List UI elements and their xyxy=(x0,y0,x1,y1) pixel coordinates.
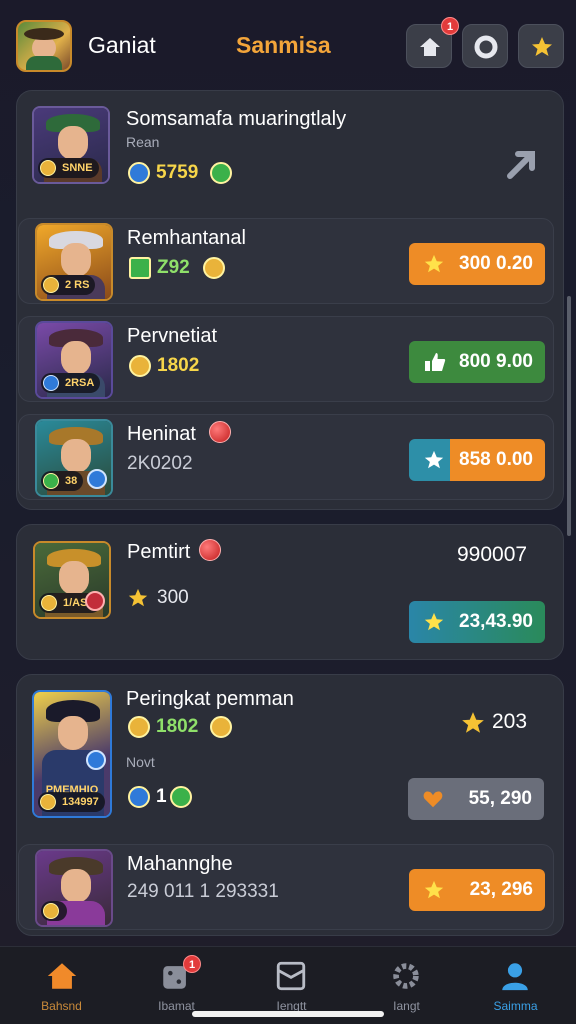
star-icon xyxy=(462,712,484,733)
coin-icon xyxy=(128,716,150,738)
nav-item-home[interactable]: Bahsnd xyxy=(4,947,119,1024)
star-icon xyxy=(424,450,444,469)
nav-badge: 1 xyxy=(183,955,201,973)
home-indicator[interactable] xyxy=(192,1011,384,1017)
star-icon xyxy=(424,880,444,899)
home-icon xyxy=(47,963,77,989)
gem-icon xyxy=(86,750,106,770)
player-subtitle: Rean xyxy=(126,134,160,150)
gem-icon xyxy=(87,469,107,489)
sword-icon xyxy=(129,257,151,279)
reward-button[interactable] xyxy=(518,24,564,68)
game-logo[interactable] xyxy=(16,20,72,72)
player-name: Pervnetiat xyxy=(127,325,218,347)
reward-button[interactable]: 23, 296 xyxy=(409,869,545,911)
player-score: 5759 xyxy=(156,162,199,183)
settings-button[interactable] xyxy=(462,24,508,68)
card-icon xyxy=(276,961,306,991)
list-item[interactable]: 2 RS Remhantanal Z92 300 0.20 xyxy=(18,218,554,304)
profile-icon xyxy=(502,963,528,991)
screen-title: Sanmisa xyxy=(236,32,331,58)
list-item[interactable]: SNNE Somsamafa muaringtlaly Rean 5759 xyxy=(16,90,564,214)
player-note: Novt xyxy=(126,754,155,770)
list-item[interactable]: 1/ASS Pemtirt 300 990007 23,43.90 xyxy=(16,524,564,660)
avatar-level-tag: 134997 xyxy=(38,792,105,812)
gem-icon xyxy=(128,162,150,184)
thumbs-up-icon xyxy=(425,353,446,371)
avatar-level-tag: 38 xyxy=(41,471,84,491)
avatar-level-tag: 2 RS xyxy=(41,275,96,295)
reward-button[interactable]: 858 0.00 xyxy=(409,439,545,481)
player-name: Mahannghe xyxy=(127,853,233,875)
home-notification-badge: 1 xyxy=(441,17,459,35)
avatar: 2 RS xyxy=(35,223,113,301)
star-icon xyxy=(424,254,444,273)
reward-button[interactable]: 300 0.20 xyxy=(409,243,545,285)
scrollbar[interactable] xyxy=(567,296,571,536)
gem-icon xyxy=(128,786,150,808)
player-name: Pemtirt xyxy=(127,541,191,563)
gear-icon xyxy=(393,963,419,989)
player-name: Peringkat pemman xyxy=(126,688,294,710)
avatar xyxy=(35,849,113,927)
alert-dot-icon xyxy=(199,539,221,561)
alert-dot-icon xyxy=(209,421,231,443)
player-name: Heninat xyxy=(127,423,196,445)
nav-item-profile[interactable]: Saimma xyxy=(458,947,573,1024)
list-item[interactable]: 38 Heninat 2K0202 858 0.00 xyxy=(18,414,554,500)
home-button[interactable]: 1 xyxy=(406,17,459,68)
star-value: 203 xyxy=(492,710,528,733)
game-name: Ganiat xyxy=(88,32,156,58)
player-score: 1802 xyxy=(157,355,200,376)
player-score: 1802 xyxy=(156,716,199,737)
avatar: 2RSA xyxy=(35,321,113,399)
player-name: Remhantanal xyxy=(127,227,246,249)
avatar: PMEMHIO 134997 xyxy=(32,690,112,818)
leaf-icon xyxy=(210,162,232,184)
player-score: 2K0202 xyxy=(127,453,193,474)
list-item[interactable]: Mahannghe 249 011 1 293331 23, 296 xyxy=(18,844,554,930)
avatar: SNNE xyxy=(32,106,110,184)
star-icon xyxy=(424,612,444,631)
player-score: Z92 xyxy=(157,257,190,278)
top-bar: Ganiat Sanmisa 1 xyxy=(0,0,576,90)
coin-icon xyxy=(203,257,225,279)
list-item[interactable]: PMEMHIO 134997 Peringkat pemman 1802 Nov… xyxy=(16,674,564,838)
avatar: 38 xyxy=(35,419,113,497)
star-reward-icon xyxy=(532,37,552,56)
avatar-level-tag: 2RSA xyxy=(41,373,101,393)
star-icon xyxy=(128,588,148,607)
list-item[interactable]: 2RSA Pervnetiat 1802 800 9.00 xyxy=(18,316,554,402)
player-stat-2: 1 xyxy=(156,786,167,807)
reward-button[interactable]: 23,43.90 xyxy=(409,601,545,643)
coin-icon xyxy=(129,355,151,377)
heart-icon xyxy=(423,791,443,808)
player-score: 249 011 1 293331 xyxy=(127,881,279,902)
settings-gear-icon xyxy=(474,35,498,59)
avatar-level-tag: SNNE xyxy=(38,158,99,178)
reward-button[interactable]: 800 9.00 xyxy=(409,341,545,383)
avatar: 1/ASS xyxy=(33,541,111,619)
gem-icon xyxy=(85,591,105,611)
reward-button[interactable]: 55, 290 xyxy=(408,778,544,820)
home-icon xyxy=(420,38,440,56)
coin-icon xyxy=(210,716,232,738)
leaf-icon xyxy=(170,786,192,808)
player-name: Somsamafa muaringtlaly xyxy=(126,108,347,130)
avatar-level-tag xyxy=(41,901,67,921)
player-score: 300 xyxy=(157,587,189,608)
share-icon[interactable] xyxy=(504,148,540,182)
rank-value: 990007 xyxy=(457,543,528,566)
